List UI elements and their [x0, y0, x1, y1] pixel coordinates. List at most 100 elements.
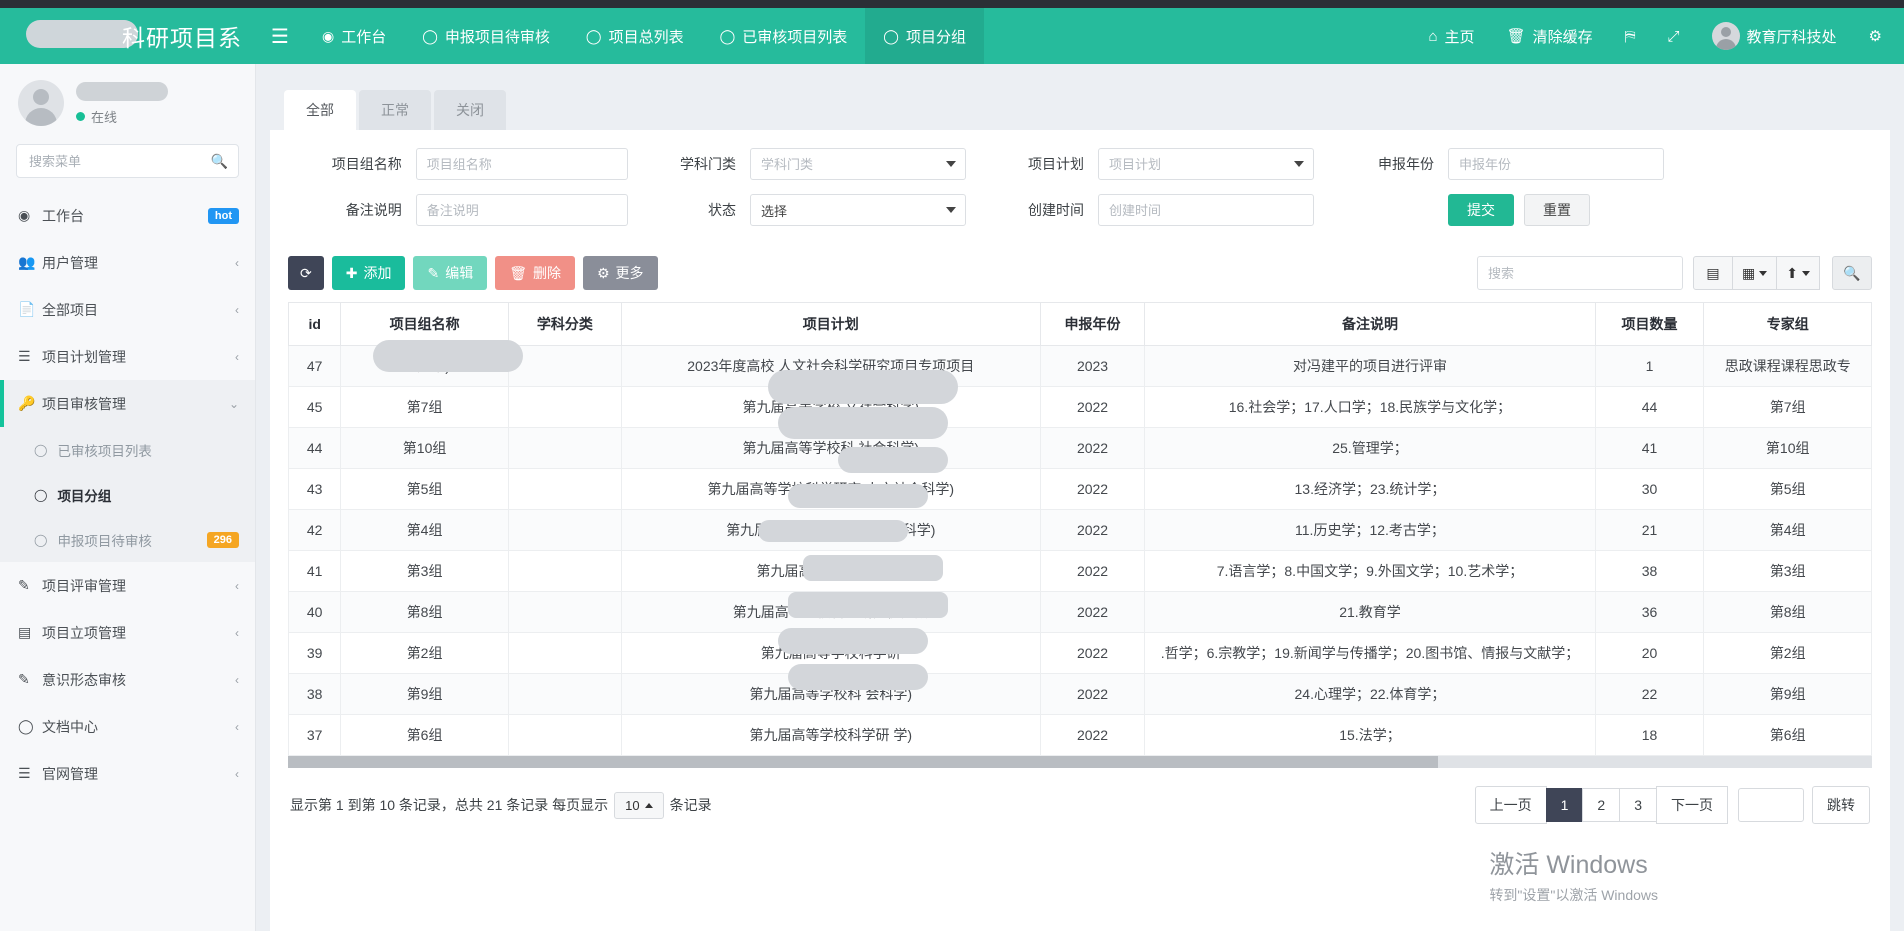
clear-cache-label: 清除缓存 — [1532, 28, 1593, 46]
page-jump-input[interactable] — [1738, 788, 1804, 822]
refresh-button[interactable]: ⟳ — [288, 256, 324, 290]
avatar — [18, 80, 64, 126]
table-row[interactable]: 44 第10组 第九届高等学校科 社会科学) 2022 25.管理学； 41 第10组 — [288, 427, 1872, 469]
table-row[interactable]: 47思 建平)2023年度高校 人文社会科学研究项目专项项目2023对冯建平的项… — [288, 345, 1872, 387]
sidebar-search[interactable]: 🔍 — [16, 144, 239, 178]
users-icon: 👥 — [18, 254, 36, 270]
sidebar-menu-lower: ✎ 项目评审管理 ‹ ▤ 项目立项管理 ‹ ✎ 意识形态审核 ‹ ◯ 文档中心 … — [0, 562, 255, 797]
tab-closed[interactable]: 关闭 — [434, 90, 506, 130]
search-icon[interactable]: 🔍 — [1832, 256, 1872, 290]
sidebar-user-name — [76, 81, 168, 101]
table-row[interactable]: 45第7组第九届高等学校 文社会科学)202216.社会学；17.人口学；18.… — [288, 386, 1872, 428]
submit-button[interactable]: 提交 — [1448, 194, 1514, 226]
nav-item-reviewed-list[interactable]: ◯ 已审核项目列表 — [702, 8, 866, 64]
cell-count: 41 — [1594, 427, 1705, 469]
list-view-icon[interactable]: ▤ — [1693, 256, 1734, 290]
table-row[interactable]: 37 第6组 第九届高等学校科学研 学) 2022 15.法学； 18 第6组 — [288, 714, 1872, 756]
columns-icon[interactable]: ▦ — [1732, 256, 1778, 290]
sidebar-item-reviewed-list[interactable]: ◯ 已审核项目列表 — [0, 427, 255, 472]
horizontal-scrollbar[interactable] — [288, 756, 1872, 768]
sidebar-item-label: 项目计划管理 — [42, 348, 126, 365]
sidebar-item-label: 工作台 — [42, 207, 84, 224]
scrollbar-thumb[interactable] — [288, 756, 1438, 768]
search-menu-input[interactable] — [27, 152, 211, 170]
clear-cache-button[interactable]: 🗑 清除缓存 — [1491, 8, 1609, 64]
pagination: 上一页 1 2 3 下一页 跳转 — [1474, 786, 1870, 824]
sidebar-item-review-management[interactable]: 🔑 项目审核管理 ⌄ — [0, 380, 255, 427]
delete-label: 删除 — [532, 265, 561, 281]
status-select[interactable] — [750, 194, 966, 226]
project-plan-select[interactable] — [1098, 148, 1314, 180]
brand-logo[interactable]: 科研项目系 — [0, 8, 256, 64]
cell-expert-group: 第3组 — [1703, 550, 1872, 592]
group-name-input[interactable] — [415, 148, 628, 180]
sidebar-item-website-management[interactable]: ☰ 官网管理 ‹ — [0, 750, 255, 797]
sidebar-item-approval-management[interactable]: ▤ 项目立项管理 ‹ — [0, 609, 255, 656]
cell-year: 2022 — [1039, 509, 1146, 551]
filter-actions: 提交 重置 — [1318, 194, 1698, 226]
table-row[interactable]: 42第4组第九届高等学校科 (人文社会科学)202211.历史学；12.考古学；… — [288, 509, 1872, 551]
reset-button[interactable]: 重置 — [1524, 194, 1590, 226]
settings-gear-icon: ⚙ — [1868, 28, 1882, 45]
table-row[interactable]: 40第8组第九届高等学校科学研究优秀成202221.教育学36第8组 — [288, 591, 1872, 633]
add-button[interactable]: ✚ 添加 — [331, 256, 406, 290]
table-row[interactable]: 39第2组第九届高等学校科学研2022.哲学；6.宗教学；19.新闻学与传播学；… — [288, 632, 1872, 674]
table-row[interactable]: 43第5组第九届高等学校科学研究 人文社会科学)202213.经济学；23.统计… — [288, 468, 1872, 510]
record-info-suffix: 条记录 — [669, 797, 712, 813]
table-row[interactable]: 41第3组第九届高等学 社会科学)20227.语言学；8.中国文学；9.外国文学… — [288, 550, 1872, 592]
hamburger-icon[interactable]: ☰ — [256, 8, 304, 64]
nav-item-pending-review[interactable]: ◯ 申报项目待审核 — [404, 8, 568, 64]
export-icon[interactable]: ⬆ — [1776, 256, 1820, 290]
prev-page-button[interactable]: 上一页 — [1474, 786, 1547, 824]
subject-category-select[interactable] — [750, 148, 966, 180]
table-header-row: id 项目组名称 学科分类 项目计划 申报年份 备注说明 项目数量 专家组 — [288, 302, 1872, 346]
nav-item-project-group[interactable]: ◯ 项目分组 — [865, 8, 984, 64]
apply-year-input[interactable] — [1448, 148, 1664, 180]
circle-icon: ◯ — [422, 27, 438, 44]
sidebar-item-all-projects[interactable]: 📄 全部项目 ‹ — [0, 286, 255, 333]
page-button-2[interactable]: 2 — [1582, 788, 1621, 822]
circle-icon: ◯ — [34, 442, 48, 457]
create-time-input[interactable] — [1098, 194, 1314, 226]
home-button[interactable]: ⌂ 主页 — [1412, 8, 1490, 64]
more-button[interactable]: ⚙ 更多 — [582, 256, 658, 290]
tab-all[interactable]: 全部 — [284, 90, 356, 130]
remark-input[interactable] — [415, 194, 628, 226]
cell-year: 2022 — [1039, 632, 1146, 674]
next-page-button[interactable]: 下一页 — [1656, 786, 1728, 824]
delete-button[interactable]: 🗑 删除 — [495, 256, 575, 290]
page-button-1[interactable]: 1 — [1545, 788, 1584, 822]
hot-badge: hot — [207, 207, 239, 224]
dashboard-icon: ◉ — [18, 207, 31, 223]
user-menu[interactable]: 教育厅科技处 — [1696, 8, 1853, 64]
nav-item-workbench[interactable]: ◉ 工作台 — [304, 8, 404, 64]
status-badge: 在线 — [76, 107, 117, 126]
filter-label: 创建时间 — [1028, 202, 1084, 218]
sidebar-item-document-center[interactable]: ◯ 文档中心 ‹ — [0, 703, 255, 750]
fullscreen-button[interactable]: ⤢ — [1652, 8, 1696, 64]
sidebar-item-user-management[interactable]: 👥 用户管理 ‹ — [0, 239, 255, 286]
sidebar-item-workbench[interactable]: ◉ 工作台 hot — [0, 192, 255, 239]
page-jump-button[interactable]: 跳转 — [1812, 786, 1870, 824]
cell-subject — [507, 591, 622, 633]
sidebar-item-pending-review[interactable]: ◯ 申报项目待审核 296 — [0, 517, 255, 562]
sidebar-item-evaluation-management[interactable]: ✎ 项目评审管理 ‹ — [0, 562, 255, 609]
col-remark: 备注说明 — [1144, 302, 1596, 346]
sidebar-item-ideology-review[interactable]: ✎ 意识形态审核 ‹ — [0, 656, 255, 703]
settings-button[interactable]: ⚙ — [1853, 8, 1898, 64]
edit-button[interactable]: ✎ 编辑 — [413, 256, 488, 290]
tab-normal[interactable]: 正常 — [359, 90, 431, 130]
table-row[interactable]: 38 第9组 第九届高等学校科 会科学) 2022 24.心理学；22.体育学； 22 第9… — [288, 673, 1872, 715]
page-size-selector[interactable]: 10 — [614, 791, 664, 819]
table-search-input[interactable] — [1477, 256, 1684, 290]
data-table-wrap: id 项目组名称 学科分类 项目计划 申报年份 备注说明 项目数量 专家组 47… — [288, 302, 1872, 768]
cell-expert-group: 第8组 — [1703, 591, 1872, 633]
header-spacer — [984, 8, 1413, 64]
sidebar-item-project-group[interactable]: ◯ 项目分组 — [0, 472, 255, 517]
sidebar-item-plan-management[interactable]: ☰ 项目计划管理 ‹ — [0, 333, 255, 380]
language-button[interactable]: ⛿ — [1609, 8, 1652, 64]
cell-remark: 24.心理学；22.体育学； — [1144, 673, 1596, 715]
nav-item-project-list[interactable]: ◯ 项目总列表 — [568, 8, 702, 64]
page-button-3[interactable]: 3 — [1619, 788, 1657, 822]
sidebar: 在线 🔍 ◉ 工作台 hot 👥 用户管理 ‹ 📄 全部项目 ‹ — [0, 64, 256, 931]
